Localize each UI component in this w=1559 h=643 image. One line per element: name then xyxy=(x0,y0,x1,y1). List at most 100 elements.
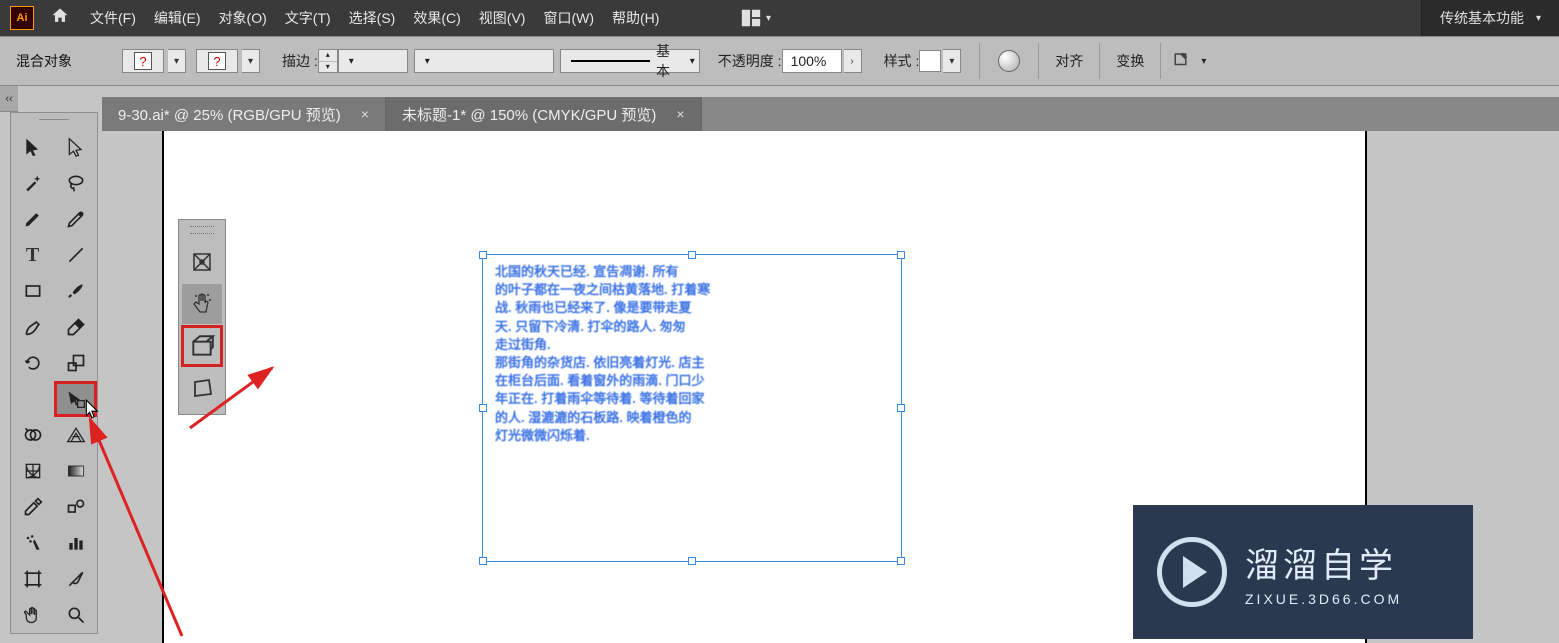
stroke-dropdown[interactable]: ▾ xyxy=(242,49,260,73)
tab-doc-2[interactable]: 未标题-1* @ 150% (CMYK/GPU 预览) × xyxy=(386,97,702,131)
fill-dropdown[interactable]: ▾ xyxy=(168,49,186,73)
type-tool[interactable]: T xyxy=(11,237,54,273)
tab-title: 9-30.ai* @ 25% (RGB/GPU 预览) xyxy=(118,104,341,125)
eyedropper-tool[interactable] xyxy=(11,489,54,525)
blend-tool[interactable] xyxy=(54,489,97,525)
graphic-style-dropdown[interactable]: ▾ xyxy=(943,49,961,73)
resize-handle[interactable] xyxy=(897,557,905,565)
stroke-weight-stepper[interactable]: ▴▾ xyxy=(318,49,338,73)
options-bar: 混合对象 ? ▾ ? ▾ 描边 : ▴▾ ▾ ▾ 基本 ▾ 不透明度 : 100… xyxy=(0,36,1559,86)
stroke-weight-dropdown[interactable]: ▾ xyxy=(338,49,408,73)
separator xyxy=(1099,43,1100,79)
paintbrush-tool[interactable] xyxy=(54,273,97,309)
menu-edit[interactable]: 编辑(E) xyxy=(154,8,201,28)
width-tool[interactable] xyxy=(11,381,54,417)
menu-view[interactable]: 视图(V) xyxy=(479,8,526,28)
isolate-group-icon[interactable] xyxy=(1169,51,1195,72)
app-logo: Ai xyxy=(10,6,34,30)
menu-type[interactable]: 文字(T) xyxy=(285,8,331,28)
eraser-tool[interactable] xyxy=(54,309,97,345)
watermark-logo-icon xyxy=(1157,537,1227,607)
stroke-preview-icon xyxy=(571,60,650,62)
free-transform-touch[interactable] xyxy=(182,284,222,324)
opacity-dropdown[interactable]: › xyxy=(844,49,862,73)
menu-help[interactable]: 帮助(H) xyxy=(612,8,659,28)
symbol-sprayer-tool[interactable] xyxy=(11,525,54,561)
separator xyxy=(1038,43,1039,79)
arrange-documents[interactable]: ▾ xyxy=(740,7,771,29)
magic-wand-tool[interactable] xyxy=(11,165,54,201)
perspective-tool[interactable] xyxy=(54,417,97,453)
variable-width-profile[interactable]: ▾ xyxy=(414,49,554,73)
panel-drag-handle[interactable] xyxy=(190,226,214,234)
gradient-tool[interactable] xyxy=(54,453,97,489)
resize-handle[interactable] xyxy=(897,251,905,259)
fill-swatch[interactable]: ? xyxy=(122,49,164,73)
menu-window[interactable]: 窗口(W) xyxy=(543,8,594,28)
tab-doc-1[interactable]: 9-30.ai* @ 25% (RGB/GPU 预览) × xyxy=(102,97,386,131)
menu-effect[interactable]: 效果(C) xyxy=(413,8,460,28)
resize-handle[interactable] xyxy=(688,557,696,565)
watermark-overlay: 溜溜自学 ZIXUE.3D66.COM xyxy=(1133,505,1473,639)
resize-handle[interactable] xyxy=(897,404,905,412)
shaper-tool[interactable] xyxy=(11,309,54,345)
lasso-tool[interactable] xyxy=(54,165,97,201)
pen-tool[interactable] xyxy=(11,201,54,237)
text-object: 北国的秋天已经. 宣告凋谢. 所有的叶子都在一夜之间枯黄落地. 打着寒战. 秋雨… xyxy=(495,263,889,553)
free-transform-widget[interactable] xyxy=(178,219,226,415)
menu-select[interactable]: 选择(S) xyxy=(349,8,396,28)
opacity-label: 不透明度 : xyxy=(706,51,782,71)
close-icon[interactable]: × xyxy=(676,106,684,122)
selection-type-label: 混合对象 xyxy=(6,51,82,71)
panel-drag-handle[interactable] xyxy=(11,115,97,123)
workspace-switcher[interactable]: 传统基本功能 ▾ xyxy=(1421,0,1559,36)
graphic-style-swatch[interactable] xyxy=(919,50,941,72)
workspace-label: 传统基本功能 xyxy=(1440,8,1524,28)
align-panel-button[interactable]: 对齐 xyxy=(1047,51,1091,71)
tools-panel: T xyxy=(10,112,98,634)
rectangle-tool[interactable] xyxy=(11,273,54,309)
free-distort-tool[interactable] xyxy=(182,368,222,408)
watermark-text-cn: 溜溜自学 xyxy=(1245,538,1402,587)
style-label: 样式 : xyxy=(872,51,920,71)
line-tool[interactable] xyxy=(54,237,97,273)
transform-panel-button[interactable]: 变换 xyxy=(1108,51,1152,71)
stroke-weight-label: 描边 : xyxy=(270,51,318,71)
shape-builder-tool[interactable] xyxy=(11,417,54,453)
curvature-tool[interactable] xyxy=(54,201,97,237)
document-canvas[interactable]: 北国的秋天已经. 宣告凋谢. 所有的叶子都在一夜之间枯黄落地. 打着寒战. 秋雨… xyxy=(102,131,1559,643)
tab-title: 未标题-1* @ 150% (CMYK/GPU 预览) xyxy=(402,104,656,125)
document-tabs: 9-30.ai* @ 25% (RGB/GPU 预览) × 未标题-1* @ 1… xyxy=(102,97,1559,131)
selection-bounding-box[interactable]: 北国的秋天已经. 宣告凋谢. 所有的叶子都在一夜之间枯黄落地. 打着寒战. 秋雨… xyxy=(482,254,902,562)
free-transform-tool[interactable] xyxy=(54,381,97,417)
resize-handle[interactable] xyxy=(479,557,487,565)
scale-tool[interactable] xyxy=(54,345,97,381)
resize-handle[interactable] xyxy=(479,404,487,412)
rotate-tool[interactable] xyxy=(11,345,54,381)
options-menu-caret[interactable]: ▾ xyxy=(1195,56,1212,67)
close-icon[interactable]: × xyxy=(361,106,369,122)
home-icon[interactable] xyxy=(50,6,70,31)
artboard-tool[interactable] xyxy=(11,561,54,597)
free-transform-constrain[interactable] xyxy=(182,326,222,366)
slice-tool[interactable] xyxy=(54,561,97,597)
resize-handle[interactable] xyxy=(479,251,487,259)
hand-tool[interactable] xyxy=(11,597,54,633)
menu-file[interactable]: 文件(F) xyxy=(90,8,136,28)
mesh-tool[interactable] xyxy=(11,453,54,489)
opacity-input[interactable]: 100% xyxy=(782,49,842,73)
resize-handle[interactable] xyxy=(688,251,696,259)
watermark-text-url: ZIXUE.3D66.COM xyxy=(1245,591,1402,607)
column-graph-tool[interactable] xyxy=(54,525,97,561)
panel-collapse-chevron[interactable]: ‹‹ xyxy=(0,86,18,112)
puppet-warp-tool[interactable] xyxy=(182,242,222,282)
brush-preset-label: 基本 xyxy=(656,41,684,81)
selection-tool[interactable] xyxy=(11,129,54,165)
separator xyxy=(979,43,980,79)
stroke-swatch[interactable]: ? xyxy=(196,49,238,73)
direct-selection-tool[interactable] xyxy=(54,129,97,165)
menu-object[interactable]: 对象(O) xyxy=(219,8,267,28)
zoom-tool[interactable] xyxy=(54,597,97,633)
brush-definition[interactable]: 基本 ▾ xyxy=(560,49,700,73)
recolor-artwork-icon[interactable] xyxy=(998,50,1020,72)
